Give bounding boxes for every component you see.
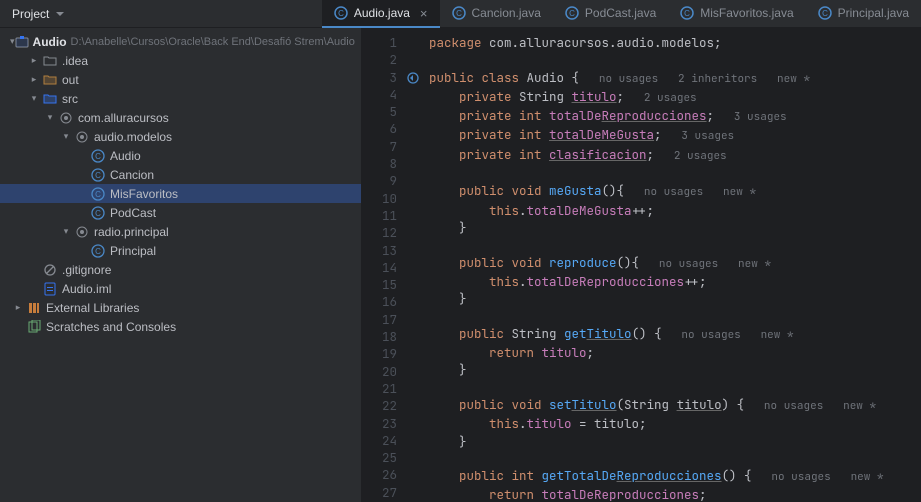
chevron-right-icon[interactable]: ▸ [10,302,26,313]
tree-label: audio.modelos [94,130,172,144]
class-icon: C [565,6,579,20]
tree-label: Audio [110,149,141,163]
tab-label: MisFavoritos.java [700,6,793,20]
svg-text:C: C [95,247,101,256]
scratch-icon [26,319,42,335]
chevron-right-icon[interactable]: ▸ [26,74,42,85]
tree-pkg-radio[interactable]: ▾ radio.principal [0,222,361,241]
tab-label: Principal.java [838,6,909,20]
tree-label: .idea [62,54,88,68]
tree-pkg-alluracursos[interactable]: ▾ com.alluracursos [0,108,361,127]
tree-class-podcast[interactable]: C PodCast [0,203,361,222]
tree-iml[interactable]: Audio.iml [0,279,361,298]
tree-label: com.alluracursos [78,111,169,125]
project-label[interactable]: Project [12,7,49,21]
tree-src[interactable]: ▾ src [0,89,361,108]
tree-label: Principal [110,244,156,258]
folder-icon [42,72,58,88]
tree-label: Scratches and Consoles [46,320,176,334]
chevron-down-icon[interactable] [55,9,65,19]
code-editor[interactable]: 12 3 45678910111213141516171819202122232… [361,28,921,502]
class-icon: C [334,6,348,20]
package-icon [74,224,90,240]
tree-label: out [62,73,79,87]
chevron-down-icon[interactable]: ▾ [58,226,74,237]
svg-text:C: C [95,171,101,180]
tree-label: PodCast [110,206,156,220]
tree-gitignore[interactable]: .gitignore [0,260,361,279]
tab-label: Audio.java [354,6,410,20]
svg-text:C: C [95,152,101,161]
code-content[interactable]: package com.alluracursos.audio.modelos; … [409,28,921,502]
class-icon: C [452,6,466,20]
chevron-right-icon[interactable]: ▸ [26,55,42,66]
tree-label: src [62,92,78,106]
svg-text:C: C [95,190,101,199]
tree-root[interactable]: ▾ Audio D:\Anabelle\Cursos\Oracle\Back E… [0,32,361,51]
tree-scratches[interactable]: Scratches and Consoles [0,317,361,336]
svg-text:C: C [95,209,101,218]
library-icon [26,300,42,316]
tree-label: MisFavoritos [110,187,178,201]
class-icon: C [90,243,106,259]
svg-text:C: C [822,9,828,18]
tree-label: Audio [33,35,67,49]
gutter: 12 3 45678910111213141516171819202122232… [361,28,409,502]
tab-label: PodCast.java [585,6,656,20]
tree-path: D:\Anabelle\Cursos\Oracle\Back End\Desaf… [71,36,355,48]
chevron-down-icon[interactable]: ▾ [58,131,74,142]
tab-audio[interactable]: C Audio.java × [322,0,440,28]
tree-label: External Libraries [46,301,139,315]
svg-text:C: C [569,9,575,18]
chevron-down-icon[interactable]: ▾ [26,93,42,104]
class-icon: C [90,205,106,221]
svg-text:C: C [338,9,344,18]
tree-out[interactable]: ▸ out [0,70,361,89]
package-icon [58,110,74,126]
tree-label: .gitignore [62,263,111,277]
tab-principal[interactable]: C Principal.java [806,0,921,28]
tab-podcast[interactable]: C PodCast.java [553,0,668,28]
implemented-icon[interactable] [407,71,419,88]
iml-icon [42,281,58,297]
tree-external-libraries[interactable]: ▸ External Libraries [0,298,361,317]
tree-class-cancion[interactable]: C Cancion [0,165,361,184]
svg-text:C: C [684,9,690,18]
project-tree[interactable]: ▾ Audio D:\Anabelle\Cursos\Oracle\Back E… [0,28,361,502]
editor-tabs: C Audio.java × C Cancion.java C PodCast.… [322,0,921,28]
tab-label: Cancion.java [472,6,541,20]
tree-pkg-audiomodelos[interactable]: ▾ audio.modelos [0,127,361,146]
chevron-down-icon[interactable]: ▾ [42,112,58,123]
svg-text:C: C [456,9,462,18]
class-icon: C [90,167,106,183]
tree-class-misfavoritos[interactable]: C MisFavoritos [0,184,361,203]
class-icon: C [680,6,694,20]
tree-label: Cancion [110,168,154,182]
class-icon: C [818,6,832,20]
tree-label: radio.principal [94,225,169,239]
tab-cancion[interactable]: C Cancion.java [440,0,553,28]
module-icon [15,34,29,50]
tree-idea[interactable]: ▸ .idea [0,51,361,70]
tree-class-principal[interactable]: C Principal [0,241,361,260]
close-icon[interactable]: × [420,6,428,21]
source-folder-icon [42,91,58,107]
package-icon [74,129,90,145]
ignore-icon [42,262,58,278]
class-icon: C [90,186,106,202]
folder-icon [42,53,58,69]
tree-label: Audio.iml [62,282,111,296]
tab-misfavoritos[interactable]: C MisFavoritos.java [668,0,805,28]
tree-class-audio[interactable]: C Audio [0,146,361,165]
class-icon: C [90,148,106,164]
